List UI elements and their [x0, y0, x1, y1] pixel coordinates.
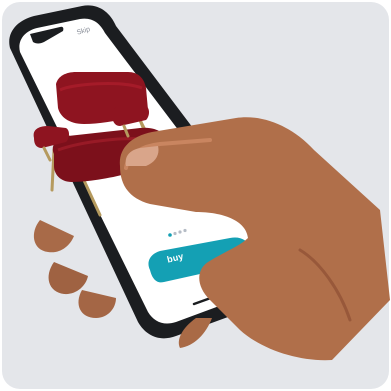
product-photo: Skip buy [0, 0, 391, 391]
scene-illustration [2, 2, 390, 389]
